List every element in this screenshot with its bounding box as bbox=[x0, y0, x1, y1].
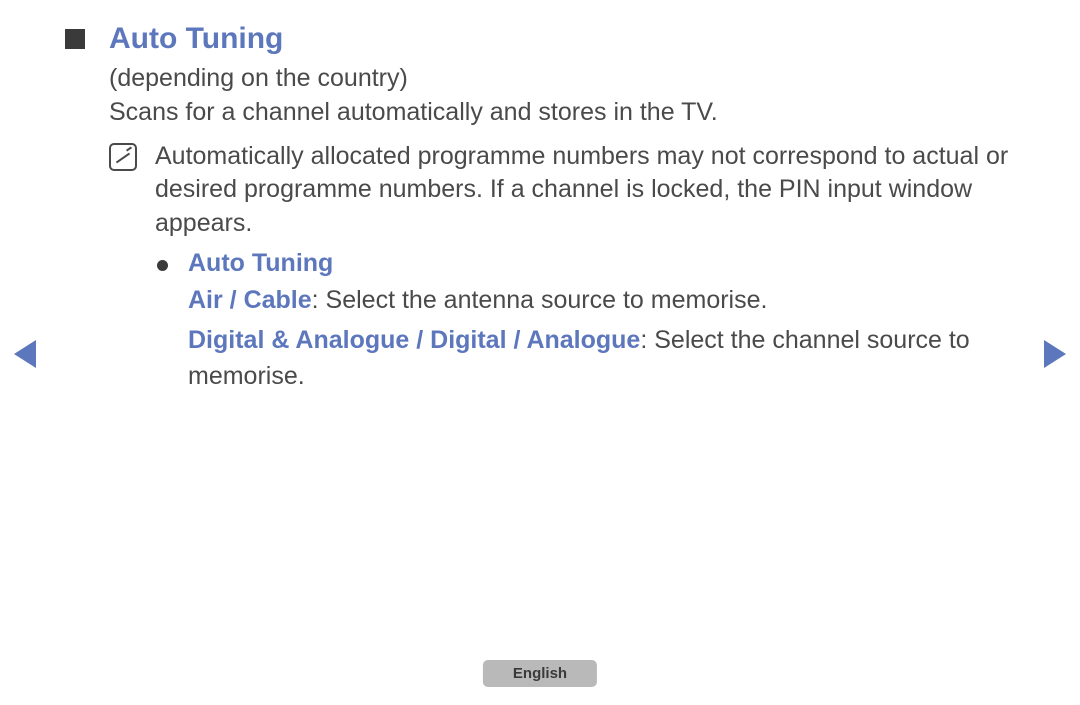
title-row: Auto Tuning bbox=[65, 22, 1025, 56]
description-text: Scans for a channel automatically and st… bbox=[109, 96, 1025, 130]
square-bullet-icon bbox=[65, 29, 85, 49]
triangle-left-icon bbox=[14, 340, 36, 368]
subsection-title: Auto Tuning bbox=[188, 249, 333, 278]
page-title: Auto Tuning bbox=[109, 22, 283, 56]
option1-label: Air / Cable bbox=[188, 286, 312, 314]
option2-label: Digital & Analogue / Digital / Analogue bbox=[188, 326, 640, 354]
note-icon bbox=[109, 143, 137, 171]
page-content: Auto Tuning (depending on the country) S… bbox=[65, 22, 1025, 395]
subsection-row: Auto Tuning bbox=[157, 249, 1025, 278]
note-text: Automatically allocated programme number… bbox=[155, 140, 1025, 241]
round-bullet-icon bbox=[157, 260, 168, 271]
option-digital-analogue: Digital & Analogue / Digital / Analogue:… bbox=[188, 322, 1025, 395]
nav-next-button[interactable] bbox=[1044, 340, 1066, 368]
option-air-cable: Air / Cable: Select the antenna source t… bbox=[188, 282, 1025, 318]
note-row: Automatically allocated programme number… bbox=[109, 140, 1025, 241]
subtitle-text: (depending on the country) bbox=[109, 62, 1025, 96]
language-badge: English bbox=[483, 660, 597, 687]
option1-desc: : Select the antenna source to memorise. bbox=[312, 286, 768, 314]
triangle-right-icon bbox=[1044, 340, 1066, 368]
nav-prev-button[interactable] bbox=[14, 340, 36, 368]
